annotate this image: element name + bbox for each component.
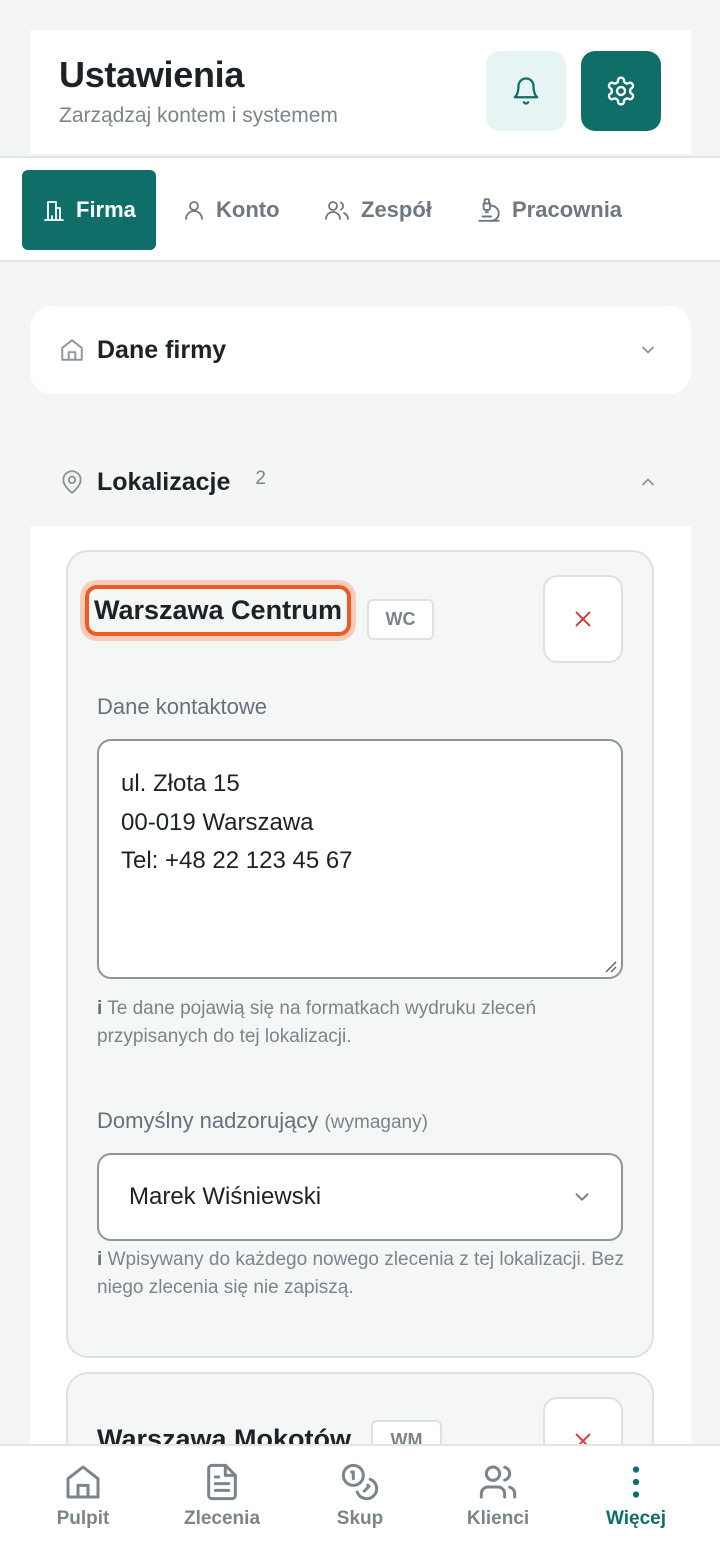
contact-line: ul. Złota 15	[121, 770, 240, 797]
map-pin-icon	[62, 470, 82, 494]
location-card: Warszawa Centrum WC Dane kontaktowe ul. …	[66, 550, 654, 1358]
home-icon	[66, 1465, 100, 1499]
chevron-down-icon	[642, 346, 654, 354]
chevron-down-icon	[575, 1193, 589, 1201]
document-icon	[207, 1463, 237, 1501]
supervisor-value: Marek Wiśniewski	[129, 1183, 322, 1210]
nav-label: Klienci	[466, 1508, 530, 1529]
building-icon	[44, 201, 64, 221]
required-marker: (wymagany)	[324, 1112, 428, 1133]
contact-line: Tel: +48 22 123 45 67	[121, 847, 353, 874]
tab-label: Konto	[216, 197, 280, 222]
location-name[interactable]: Warszawa Centrum	[85, 585, 352, 636]
coins-icon	[341, 1463, 379, 1501]
page-title: Ustawienia	[59, 54, 245, 95]
close-icon	[575, 611, 591, 627]
supervisor-select[interactable]: Marek Wiśniewski	[97, 1153, 623, 1241]
tab-zespol[interactable]: Zespół	[323, 170, 432, 250]
tab-firma[interactable]: Firma	[22, 170, 156, 250]
nav-wiecej[interactable]: Więcej	[576, 1462, 696, 1530]
users-icon	[325, 201, 349, 220]
contact-label: Dane kontaktowe	[97, 694, 267, 719]
page-header: Ustawienia Zarządzaj kontem i systemem	[30, 30, 691, 154]
tab-pracownia[interactable]: Pracownia	[476, 170, 622, 250]
supervisor-hint: i Wpisywany do każdego nowego zlecenia z…	[97, 1246, 627, 1302]
more-vertical-icon	[632, 1466, 640, 1498]
supervisor-label: Domyślny nadzorujący (wymagany)	[97, 1108, 428, 1134]
microscope-icon	[478, 198, 500, 222]
nav-label: Zlecenia	[183, 1508, 261, 1529]
user-icon	[185, 201, 203, 220]
contact-hint: i Te dane pojawią się na formatkach wydr…	[97, 995, 617, 1051]
supervisor-hint-text: Wpisywany do każdego nowego zlecenia z t…	[97, 1249, 624, 1298]
tab-konto[interactable]: Konto	[182, 170, 280, 250]
tab-label: Pracownia	[512, 197, 623, 222]
supervisor-label-text: Domyślny nadzorujący	[97, 1108, 319, 1133]
nav-zlecenia[interactable]: Zlecenia	[162, 1462, 282, 1530]
users-icon	[479, 1465, 517, 1499]
nav-label: Więcej	[605, 1508, 667, 1529]
resize-handle-icon[interactable]	[603, 959, 617, 973]
section-title: Dane firmy	[97, 335, 227, 364]
notifications-button[interactable]	[486, 51, 566, 131]
tab-label: Firma	[76, 197, 136, 222]
section-title: Lokalizacje	[97, 467, 231, 496]
info-icon: i	[97, 1249, 103, 1270]
nav-label: Pulpit	[56, 1508, 110, 1529]
bottom-navigation: Pulpit Zlecenia Skup Klienci Więcej	[0, 1444, 720, 1561]
company-section[interactable]: Dane firmy	[30, 306, 691, 394]
bell-icon	[513, 77, 539, 105]
nav-pulpit[interactable]: Pulpit	[23, 1462, 143, 1530]
delete-location-button[interactable]	[543, 575, 623, 663]
info-icon: i	[97, 998, 103, 1019]
tab-label: Zespół	[361, 197, 432, 222]
nav-skup[interactable]: Skup	[300, 1462, 420, 1530]
nav-klienci[interactable]: Klienci	[438, 1462, 558, 1530]
nav-label: Skup	[336, 1508, 384, 1529]
chevron-up-icon	[642, 478, 654, 486]
locations-count: 2	[255, 468, 266, 489]
location-code-badge: WC	[367, 599, 434, 640]
contact-hint-text: Te dane pojawią się na formatkach wydruk…	[97, 998, 537, 1047]
locations-section-header[interactable]: Lokalizacje 2	[0, 438, 720, 526]
settings-tabs: Firma Konto Zespół Pracownia	[0, 156, 720, 262]
contact-textarea[interactable]: ul. Złota 15 00-019 Warszawa Tel: +48 22…	[97, 739, 623, 979]
settings-button[interactable]	[581, 51, 661, 131]
gear-icon	[607, 76, 635, 106]
home-icon	[61, 339, 83, 361]
contact-line: 00-019 Warszawa	[121, 808, 314, 836]
page-subtitle: Zarządzaj kontem i systemem	[59, 104, 338, 127]
